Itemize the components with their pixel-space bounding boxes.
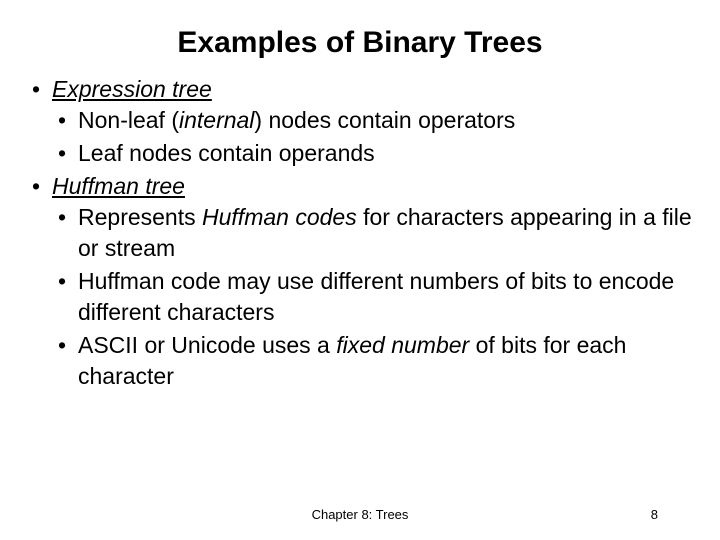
sub-bullet: Non-leaf (internal) nodes contain operat… [52,105,692,136]
slide-title: Examples of Binary Trees [28,26,692,60]
text: Huffman code may use different numbers o… [78,268,674,325]
slide: Examples of Binary Trees Expression tree… [0,0,720,540]
bullet-huffman-tree: Huffman tree Represents Huffman codes fo… [28,171,692,392]
text-italic: Huffman codes [202,204,357,230]
footer-chapter: Chapter 8: Trees [0,507,720,522]
text: ASCII or Unicode uses a [78,332,336,358]
bullet-head: Expression tree [52,76,212,102]
text-italic: fixed number [336,332,469,358]
sub-bullet: Huffman code may use different numbers o… [52,266,692,328]
text: Represents [78,204,202,230]
text: ) nodes contain operators [254,107,515,133]
sub-list: Represents Huffman codes for characters … [52,202,692,392]
sub-bullet: ASCII or Unicode uses a fixed number of … [52,330,692,392]
sub-list: Non-leaf (internal) nodes contain operat… [52,105,692,169]
bullet-expression-tree: Expression tree Non-leaf (internal) node… [28,74,692,169]
sub-bullet: Leaf nodes contain operands [52,138,692,169]
text: Leaf nodes contain operands [78,140,375,166]
footer-page-number: 8 [651,507,658,522]
text-italic: internal [179,107,254,133]
bullet-list: Expression tree Non-leaf (internal) node… [28,74,692,392]
sub-bullet: Represents Huffman codes for characters … [52,202,692,264]
bullet-head: Huffman tree [52,173,185,199]
text: Non-leaf ( [78,107,179,133]
